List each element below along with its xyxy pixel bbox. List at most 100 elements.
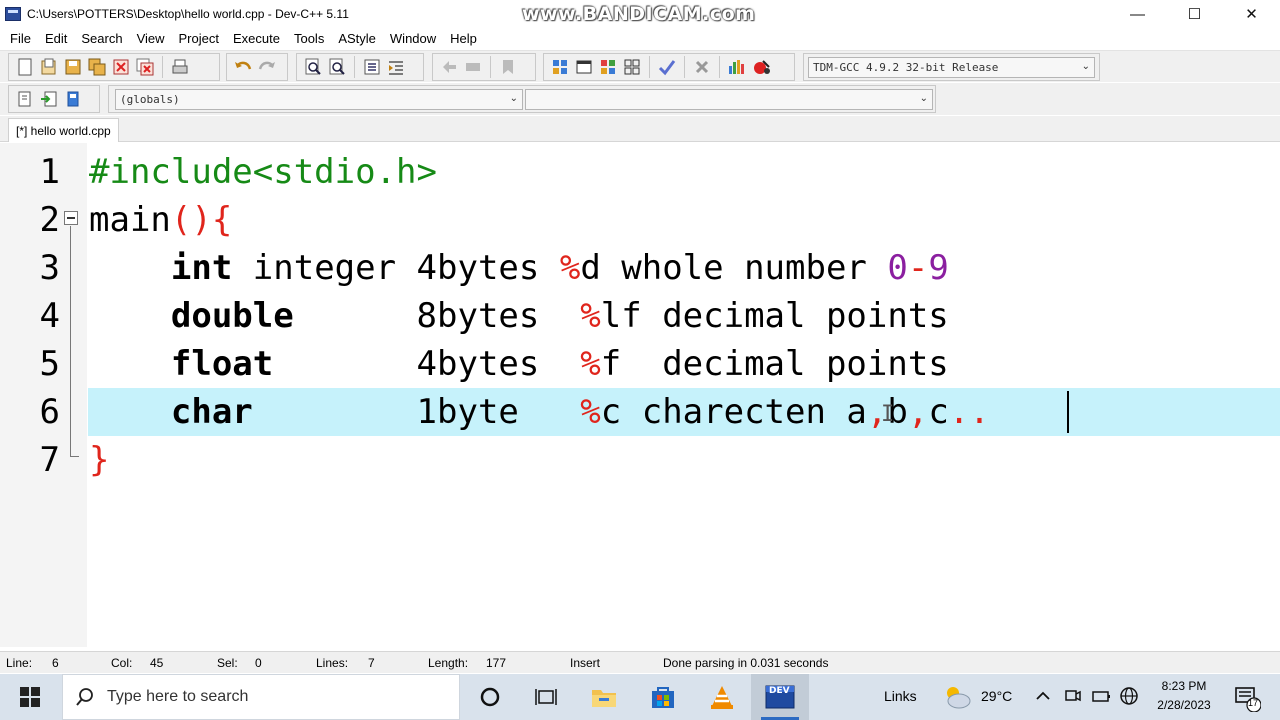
bookmark-icon[interactable] xyxy=(497,56,519,78)
editor-tabs: [*] hello world.cpp xyxy=(0,116,1280,142)
compiler-toolbar: TDM-GCC 4.9.2 32-bit Release ⌄ xyxy=(803,53,1100,81)
windows-taskbar: Type here to search DEV Links 29°C 8:23 … xyxy=(0,674,1280,720)
undo-icon[interactable] xyxy=(232,56,254,78)
line-number: 2 xyxy=(39,200,60,240)
status-line-value: 6 xyxy=(52,656,59,670)
code-token: (){ xyxy=(170,200,233,240)
compile-toolbar xyxy=(543,53,795,81)
links-toolbar[interactable]: Links xyxy=(884,688,917,704)
code-token: char xyxy=(170,392,253,432)
code-token: % xyxy=(580,392,601,432)
save-all-icon[interactable] xyxy=(86,56,108,78)
class-browser-icon[interactable] xyxy=(597,56,619,78)
scope-select-value: (globals) xyxy=(120,93,180,106)
find-icon[interactable] xyxy=(302,56,324,78)
print-icon[interactable] xyxy=(169,56,191,78)
globe-network-icon[interactable] xyxy=(1119,686,1139,709)
status-col-label: Col: xyxy=(111,656,133,670)
chevron-down-icon: ⌄ xyxy=(919,93,928,104)
menu-tools[interactable]: Tools xyxy=(287,31,331,46)
unindent-icon[interactable] xyxy=(385,56,407,78)
scope-select[interactable]: (globals) ⌄ xyxy=(115,89,523,110)
menu-bar: File Edit Search View Project Execute To… xyxy=(0,28,1280,49)
window-icon[interactable] xyxy=(573,56,595,78)
delete-icon[interactable] xyxy=(691,56,713,78)
search-placeholder: Type here to search xyxy=(107,688,249,705)
menu-astyle[interactable]: AStyle xyxy=(331,31,383,46)
close-file-icon[interactable] xyxy=(110,56,132,78)
close-button[interactable]: ✕ xyxy=(1223,0,1280,28)
taskbar-search-box[interactable]: Type here to search xyxy=(62,674,460,720)
start-button[interactable] xyxy=(0,674,60,720)
indent-icon[interactable] xyxy=(361,56,383,78)
goto-prev-icon[interactable] xyxy=(438,56,460,78)
menu-help[interactable]: Help xyxy=(443,31,484,46)
code-token: % xyxy=(580,296,601,336)
redo-icon[interactable] xyxy=(256,56,278,78)
fold-guide-line xyxy=(70,226,71,456)
close-all-icon[interactable] xyxy=(134,56,156,78)
microsoft-store-icon[interactable] xyxy=(634,674,692,720)
open-file-icon[interactable] xyxy=(38,56,60,78)
fold-collapse-icon[interactable] xyxy=(64,211,78,225)
chevron-up-icon[interactable] xyxy=(1035,688,1051,707)
devcpp-icon-label: DEV xyxy=(769,686,790,696)
notification-count: 17 xyxy=(1248,698,1259,708)
replace-icon[interactable] xyxy=(326,56,348,78)
status-sel-label: Sel: xyxy=(217,656,238,670)
chevron-down-icon: ⌄ xyxy=(509,93,518,104)
save-icon[interactable] xyxy=(62,56,84,78)
check-icon[interactable] xyxy=(656,56,678,78)
menu-view[interactable]: View xyxy=(130,31,172,46)
devcpp-taskbar-button[interactable]: DEV xyxy=(751,674,809,720)
system-clock[interactable]: 8:23 PM 2/28/2023 xyxy=(1144,677,1224,715)
goto-next-icon[interactable] xyxy=(462,56,484,78)
task-view-icon[interactable] xyxy=(517,674,575,720)
minimize-button[interactable]: — xyxy=(1109,0,1166,28)
project-grid-icon[interactable] xyxy=(549,56,571,78)
chart-icon[interactable] xyxy=(726,56,748,78)
maximize-button[interactable]: ☐ xyxy=(1166,0,1223,28)
tiles-icon[interactable] xyxy=(621,56,643,78)
code-line-4: double 8bytes %lf decimal points xyxy=(89,292,949,340)
menu-search[interactable]: Search xyxy=(74,31,129,46)
meet-now-icon[interactable] xyxy=(1064,687,1082,708)
menu-execute[interactable]: Execute xyxy=(226,31,287,46)
menu-project[interactable]: Project xyxy=(172,31,226,46)
code-token: c xyxy=(928,392,949,432)
bandicam-watermark: www.BANDICAM.com xyxy=(522,3,756,25)
menu-file[interactable]: File xyxy=(3,31,38,46)
weather-icon[interactable] xyxy=(942,684,972,713)
code-token: lf decimal points xyxy=(600,296,949,336)
compiler-select[interactable]: TDM-GCC 4.9.2 32-bit Release ⌄ xyxy=(808,57,1095,78)
clock-date: 2/28/2023 xyxy=(1157,698,1211,712)
vlc-icon[interactable] xyxy=(693,674,751,720)
devcpp-app-icon xyxy=(5,7,21,21)
new-file-icon[interactable] xyxy=(14,56,36,78)
menu-edit[interactable]: Edit xyxy=(38,31,74,46)
new-project-icon[interactable] xyxy=(14,88,36,110)
menu-window[interactable]: Window xyxy=(383,31,443,46)
add-to-project-icon[interactable] xyxy=(38,88,60,110)
code-editor[interactable]: 1 2 3 4 5 6 7 #include<stdio.h> main(){ … xyxy=(0,143,1280,647)
weather-temperature[interactable]: 29°C xyxy=(981,688,1012,704)
file-toolbar xyxy=(8,53,220,81)
tab-hello-world-cpp[interactable]: [*] hello world.cpp xyxy=(8,118,119,142)
member-select[interactable]: ⌄ xyxy=(525,89,933,110)
search-icon xyxy=(76,688,93,706)
code-token: #include<stdio.h> xyxy=(89,152,437,192)
notification-icon[interactable]: 17 xyxy=(1233,684,1262,715)
code-token: } xyxy=(89,440,110,480)
debug-icon[interactable] xyxy=(750,56,772,78)
status-bar: Line: 6 Col: 45 Sel: 0 Lines: 7 Length: … xyxy=(0,651,1280,673)
fold-guide-end xyxy=(70,456,79,457)
file-explorer-icon[interactable] xyxy=(575,674,633,720)
status-length-label: Length: xyxy=(428,656,469,670)
code-token: 4bytes xyxy=(273,344,581,384)
secondary-toolbar: (globals) ⌄ ⌄ xyxy=(0,83,1280,115)
code-token: integer 4bytes xyxy=(232,248,560,288)
cortana-icon[interactable] xyxy=(461,674,519,720)
battery-icon[interactable] xyxy=(1091,687,1111,708)
project-options-icon[interactable] xyxy=(62,88,84,110)
